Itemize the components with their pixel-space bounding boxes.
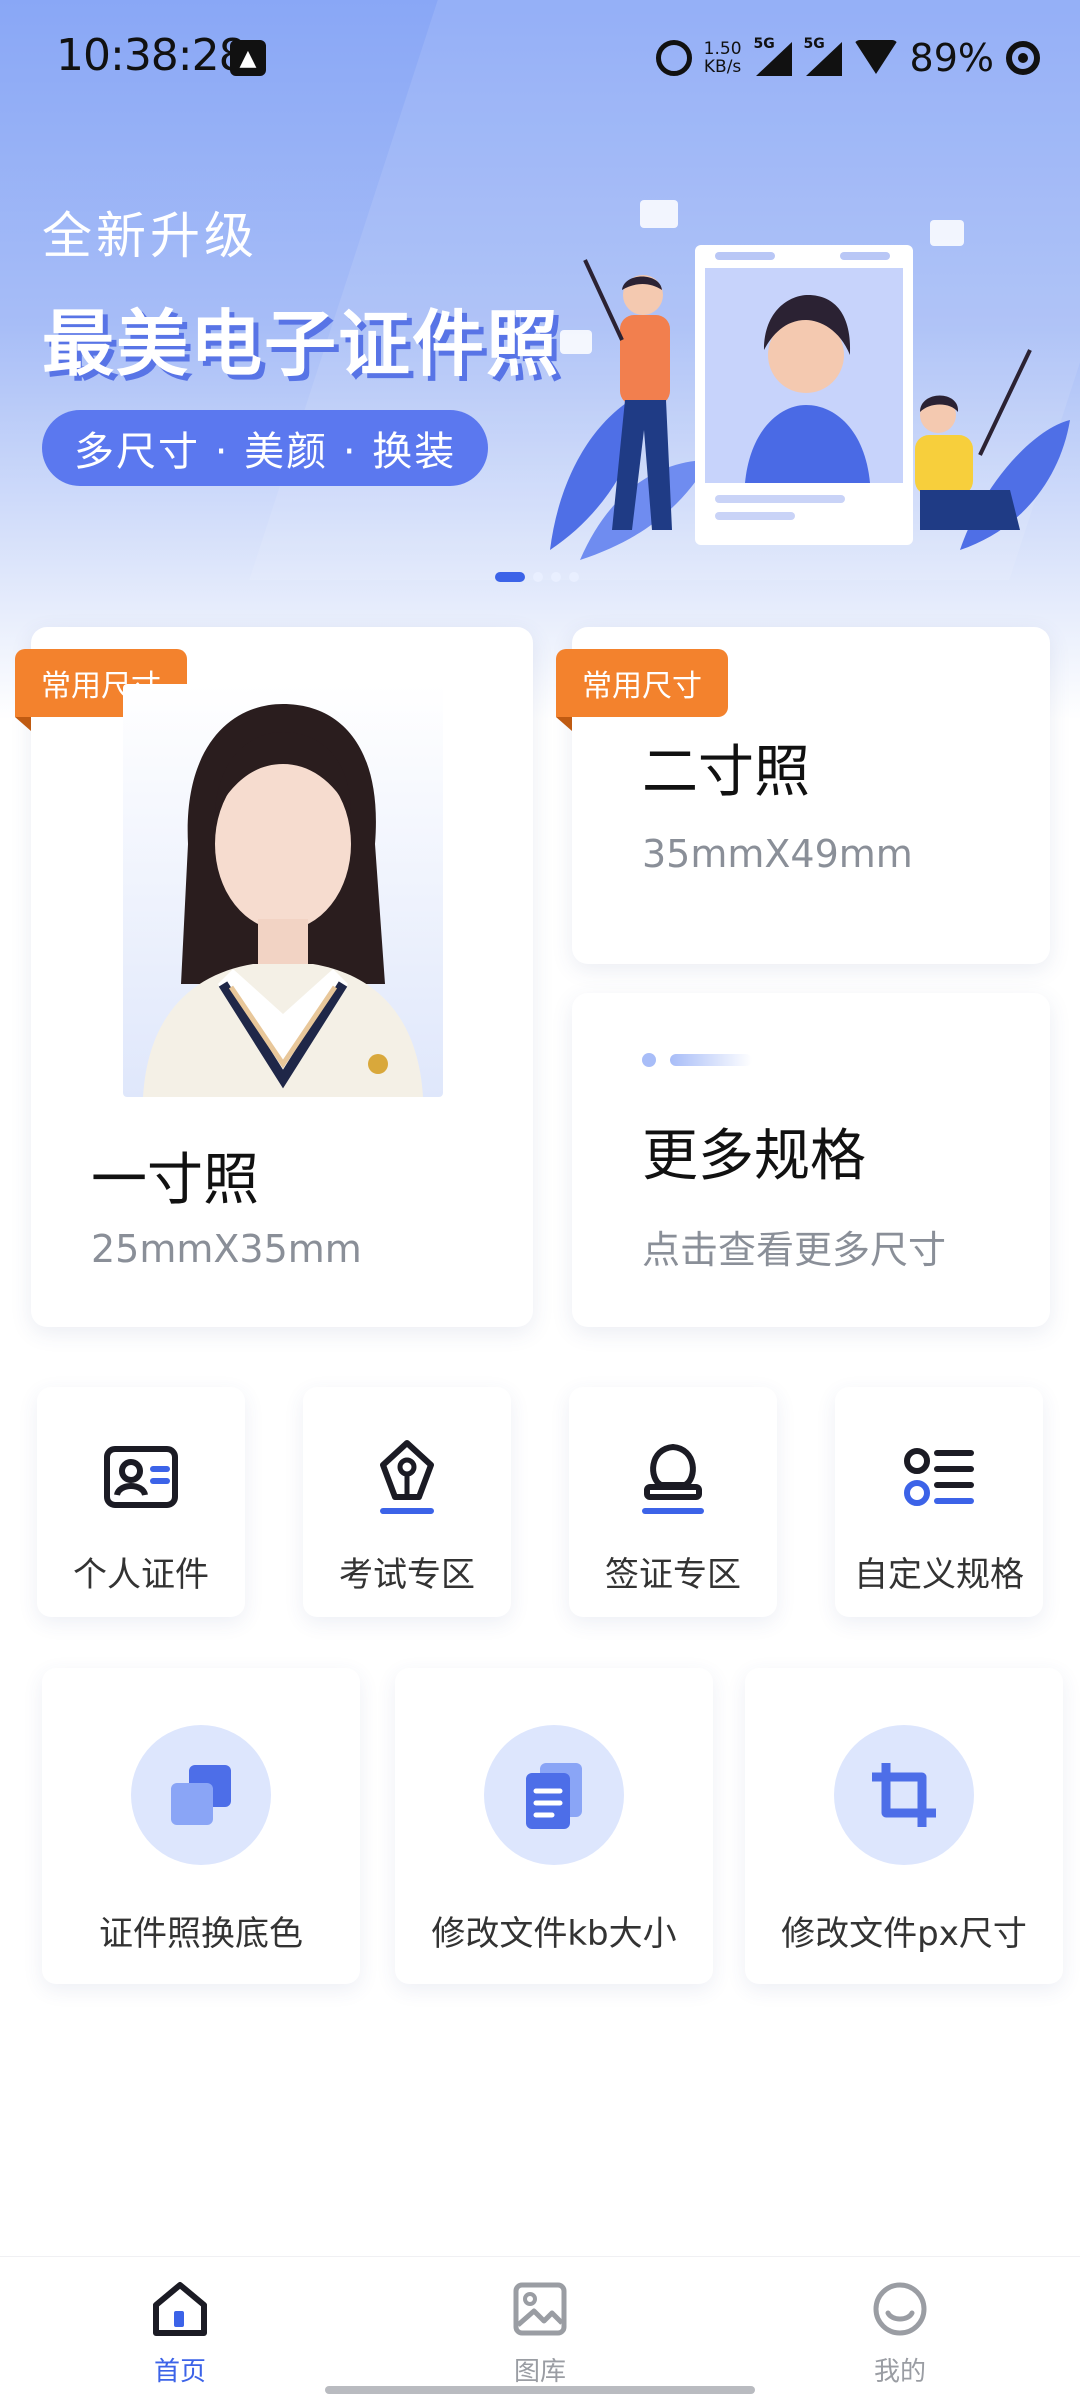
decorative-dots (642, 1053, 752, 1067)
wifi-icon (853, 40, 898, 76)
assistant-icon (1006, 41, 1040, 75)
gallery-icon (513, 2282, 567, 2336)
crop-icon (872, 1763, 936, 1827)
status-icons: 1.50 KB/s 5G 5G 89% (655, 34, 1040, 82)
category-label: 签证专区 (605, 1555, 741, 1595)
nav-label: 首页 (153, 2357, 206, 2387)
banner-dot[interactable] (569, 572, 579, 582)
category-exam[interactable]: 考试专区 (303, 1387, 511, 1617)
category-visa[interactable]: 签证专区 (569, 1387, 777, 1617)
home-icon (153, 2282, 207, 2336)
alarm-icon (655, 40, 692, 76)
network-speed-unit: KB/s (703, 57, 742, 77)
banner-subtitle: 全新升级 (42, 207, 258, 265)
home-indicator[interactable] (325, 2386, 755, 2394)
document-icon (526, 1763, 582, 1829)
tool-icon-circle (131, 1725, 271, 1865)
nav-label: 我的 (873, 2357, 926, 2387)
signal-icon: 5G (804, 36, 842, 76)
signal-label: 5G (803, 36, 825, 52)
tool-resize-px[interactable]: 修改文件px尺寸 (745, 1668, 1063, 1984)
two-inch-dimensions: 35mmX49mm (642, 832, 913, 876)
battery-level: 89% (909, 36, 994, 80)
status-time: 10:38:28 (56, 30, 247, 81)
profile-icon (873, 2282, 927, 2336)
more-sizes-title: 更多规格 (642, 1124, 866, 1189)
two-inch-card[interactable]: 常用尺寸 二寸照 35mmX49mm (556, 627, 1050, 964)
more-sizes-card[interactable]: 更多规格 点击查看更多尺寸 (572, 993, 1050, 1327)
pen-nib-icon (380, 1440, 434, 1514)
signal-label: 5G (753, 36, 775, 52)
category-personal-id[interactable]: 个人证件 (37, 1387, 245, 1617)
two-inch-title: 二寸照 (642, 740, 810, 805)
network-speed: 1.50 KB/s (704, 40, 742, 76)
tool-icon-circle (834, 1725, 974, 1865)
one-inch-dimensions: 25mmX35mm (91, 1227, 362, 1271)
category-custom-size[interactable]: 自定义规格 (835, 1387, 1043, 1617)
nav-item-profile[interactable]: 我的 (820, 2257, 980, 2387)
banner-dot[interactable] (533, 572, 543, 582)
nav-label: 图库 (513, 2357, 566, 2387)
nav-item-home[interactable]: 首页 (100, 2257, 260, 2387)
banner-pagination (495, 572, 579, 582)
tool-label: 证件照换底色 (99, 1914, 303, 1954)
status-bar: 10:38:28 ▲ 1.50 KB/s 5G 5G 89% (0, 0, 1080, 116)
tool-label: 修改文件px尺寸 (781, 1914, 1027, 1954)
hero-banner[interactable]: 10:38:28 ▲ 1.50 KB/s 5G 5G 89% 全新升级 最美电子… (0, 0, 1080, 720)
banner-illustration (550, 200, 1070, 560)
category-label: 考试专区 (339, 1555, 475, 1595)
bottom-navigation: 首页 图库 我的 (0, 2256, 1080, 2400)
network-speed-value: 1.50 (703, 39, 742, 59)
more-sizes-subtitle: 点击查看更多尺寸 (642, 1228, 947, 1272)
list-icon (904, 1448, 974, 1506)
one-inch-title: 一寸照 (91, 1148, 259, 1213)
stamp-icon (642, 1444, 704, 1514)
notification-icon: ▲ (230, 40, 266, 76)
sample-portrait-image (123, 684, 443, 1097)
tool-label: 修改文件kb大小 (431, 1914, 677, 1954)
banner-dot-active[interactable] (495, 572, 525, 582)
one-inch-card[interactable]: 常用尺寸 一寸照 25mmX35mm (15, 627, 533, 1327)
category-label: 自定义规格 (854, 1555, 1024, 1595)
tool-resize-kb[interactable]: 修改文件kb大小 (395, 1668, 713, 1984)
category-label: 个人证件 (73, 1555, 209, 1595)
nav-item-gallery[interactable]: 图库 (460, 2257, 620, 2387)
banner-tagline-pill: 多尺寸 · 美颜 · 换装 (42, 410, 489, 486)
signal-icon: 5G (754, 36, 792, 76)
popular-size-badge: 常用尺寸 (556, 649, 728, 731)
layers-icon (171, 1765, 231, 1825)
id-card-icon (104, 1446, 178, 1508)
tool-change-background[interactable]: 证件照换底色 (42, 1668, 360, 1984)
banner-title: 最美电子证件照 (42, 302, 561, 386)
tool-icon-circle (484, 1725, 624, 1865)
banner-dot[interactable] (551, 572, 561, 582)
